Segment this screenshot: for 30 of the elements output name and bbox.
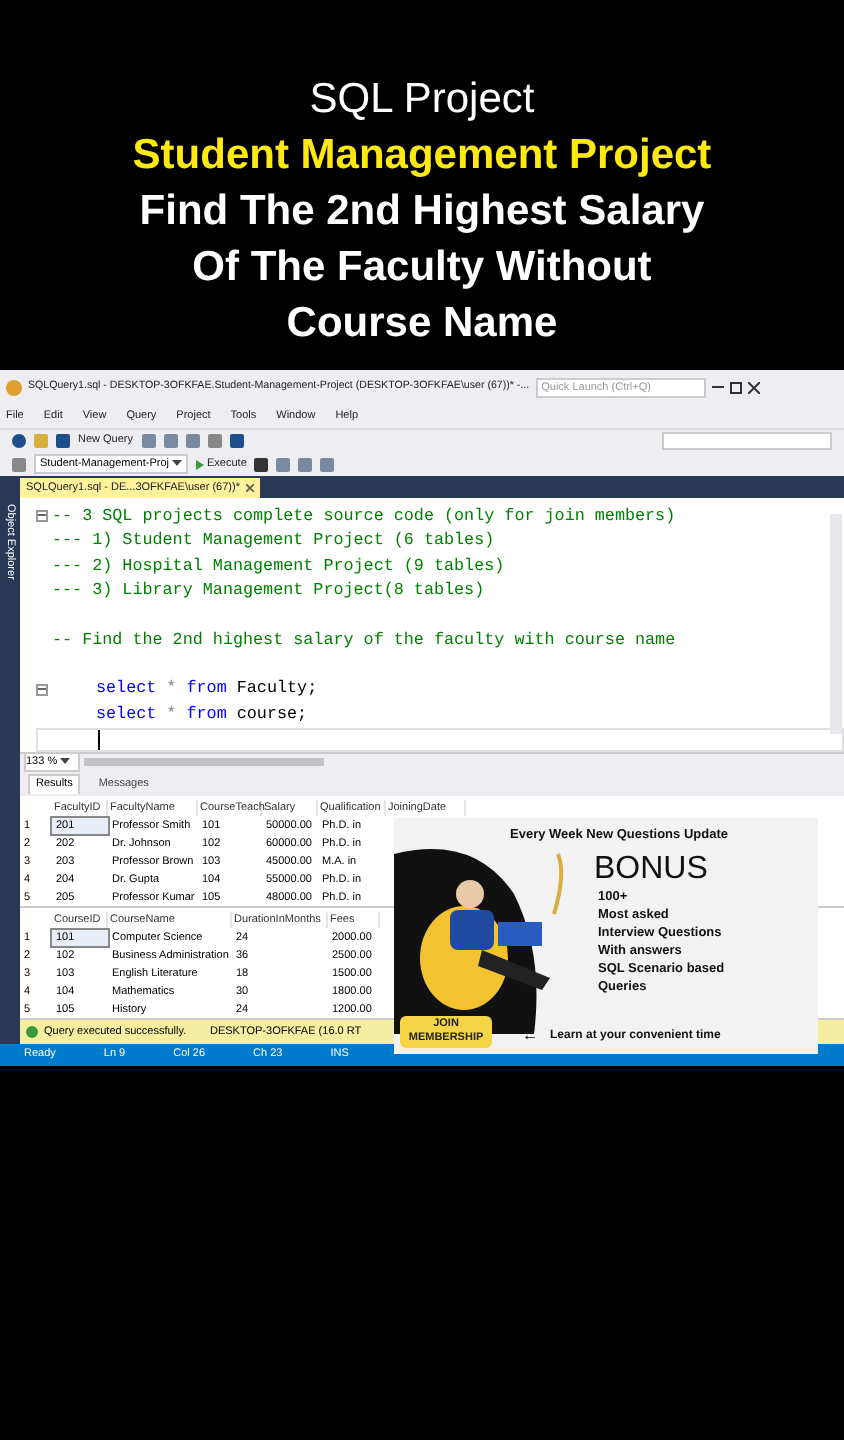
play-icon — [195, 459, 204, 469]
search-field[interactable] — [662, 432, 832, 450]
close-icon[interactable] — [747, 381, 760, 393]
code-editor[interactable] — [20, 497, 844, 752]
code-line: select * from Faculty; — [94, 676, 318, 703]
code-comment: --- 1) Student Management Project (6 tables) — [52, 528, 495, 554]
horizontal-scrollbar[interactable] — [84, 758, 324, 767]
collapse-icon[interactable] — [36, 683, 48, 696]
code-line: select * from course; — [94, 702, 308, 728]
maximize-icon[interactable] — [729, 381, 742, 393]
code-comment: --- 2) Hospital Management Project (9 tables) — [52, 553, 505, 579]
success-icon — [26, 1026, 38, 1039]
headline-highlight: Student Management Project — [132, 130, 712, 182]
code-comment: --- 3) Library Management Project(8 tables) — [52, 578, 485, 605]
collapse-icon[interactable] — [36, 509, 48, 522]
code-comment: -- Find the 2nd highest salary of the faculty with course name — [52, 627, 676, 654]
close-icon[interactable] — [245, 483, 254, 492]
bonus-title: BONUS — [594, 851, 710, 888]
headline-text: Of The Faculty Without — [192, 242, 652, 294]
headline-text: Course Name — [286, 298, 558, 350]
minimize-icon[interactable] — [711, 386, 724, 388]
caret-icon — [171, 460, 182, 468]
text-cursor — [98, 729, 100, 750]
arrow-text: ← — [522, 1024, 538, 1048]
headline-text: Find The 2nd Highest Salary — [139, 186, 705, 238]
caret-icon — [59, 758, 70, 767]
code-comment: -- 3 SQL projects complete source code (only for join members) — [52, 503, 676, 529]
scrollbar[interactable] — [830, 513, 842, 734]
headline-subtitle: SQL Project — [309, 74, 535, 126]
app-logo-icon — [6, 379, 22, 395]
